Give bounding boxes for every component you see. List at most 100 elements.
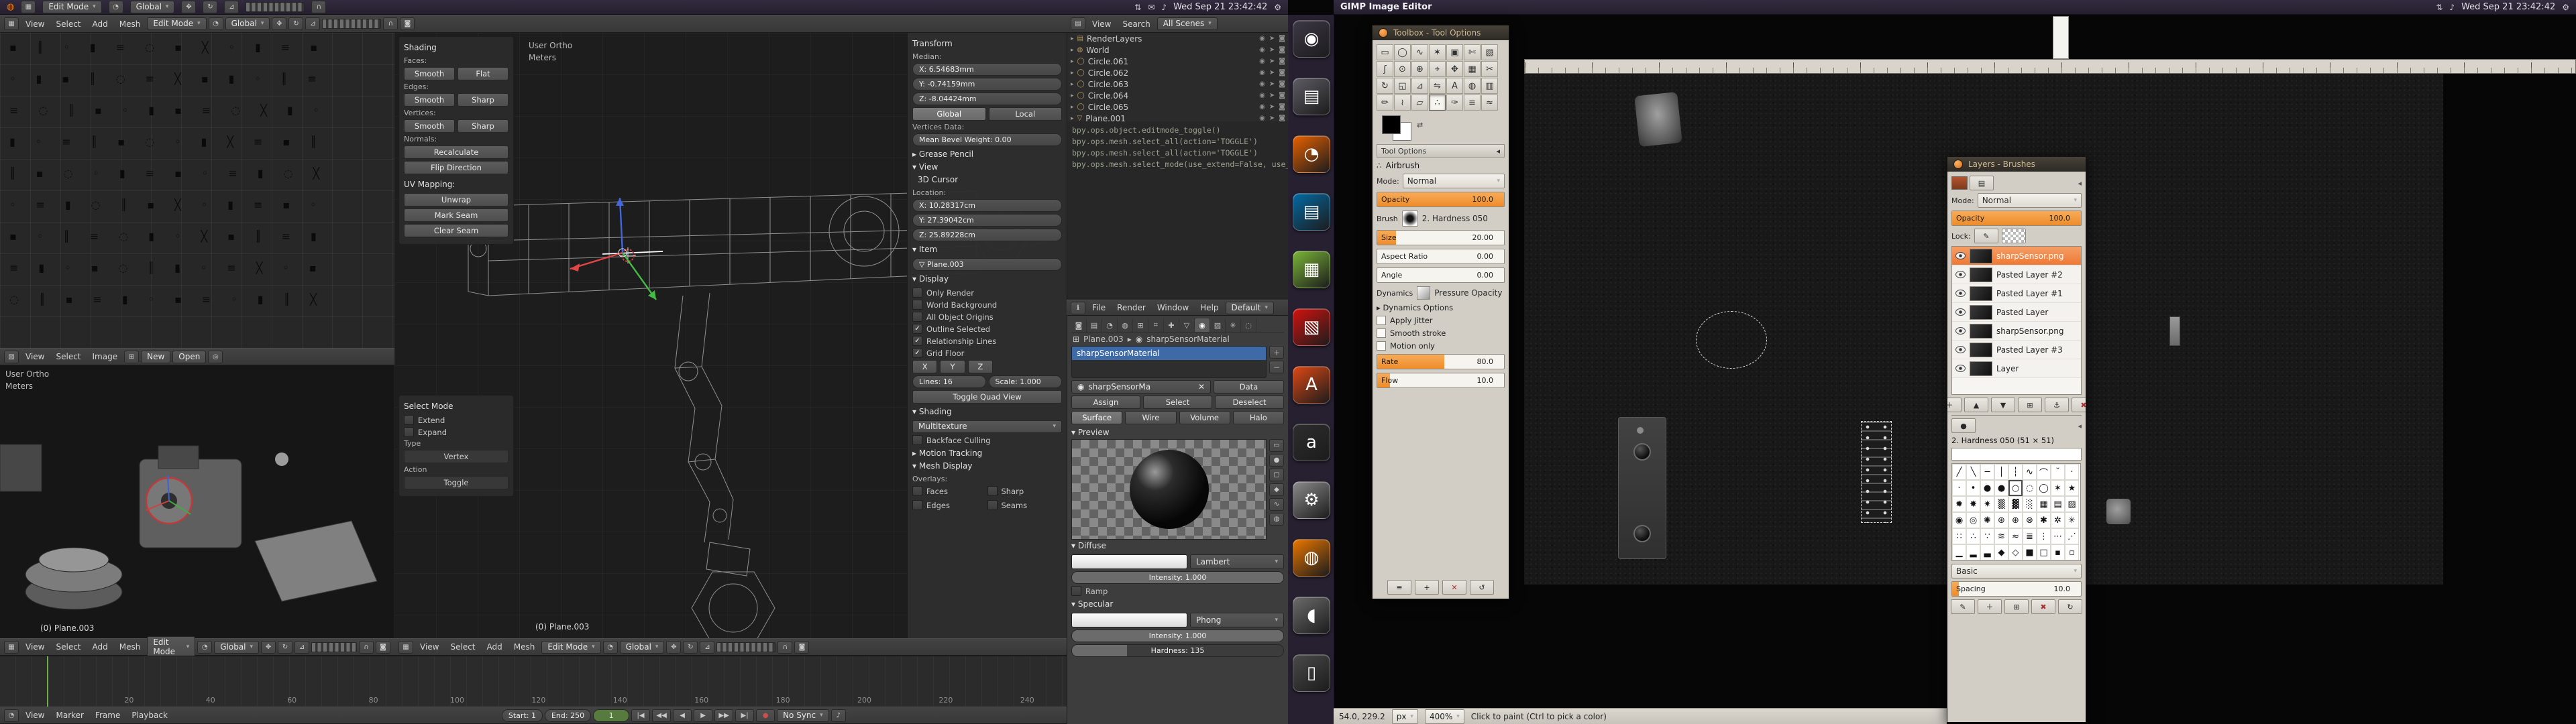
new-image-button[interactable]: New [141,351,170,363]
render-toggle-icon[interactable]: ◙ [1279,92,1285,99]
brush-cell[interactable]: ✷ [1980,496,1994,512]
preview-monkey-button[interactable]: ◆ [1269,483,1284,496]
diffuse-title[interactable]: ▾ Diffuse [1071,540,1284,552]
visibility-toggle-icon[interactable]: ◉ [1259,115,1265,121]
close-icon[interactable] [1953,160,1963,169]
preview-world-button[interactable]: ◍ [1269,513,1284,526]
viewport-shading-icon[interactable]: ◔ [197,641,212,654]
brushes-tab[interactable]: ● [1951,418,1976,433]
brush-cell[interactable]: □ [2037,544,2051,560]
outliner-item-label[interactable]: Circle.063 [1088,80,1128,89]
extend-checkbox[interactable] [404,415,414,425]
overlay-edges-checkbox[interactable] [912,500,922,510]
launcher-item-system-settings[interactable]: ⚙ [1293,481,1330,519]
secondary-3d-viewport[interactable]: User Ortho Meters (0) Plane.003 [0,365,394,638]
eraser-tool[interactable]: ▱ [1411,95,1428,111]
render-view-icon[interactable]: ◙ [400,17,415,30]
render-toggle-icon[interactable]: ◙ [1279,46,1285,54]
rectangle-select-tool[interactable]: ▭ [1377,44,1393,60]
mark-seam-button[interactable]: Mark Seam [404,208,508,222]
brush-cell[interactable]: ─ [1980,464,1994,480]
shear-tool[interactable]: ⊿ [1411,78,1428,94]
translate-manipulator-icon[interactable]: ✥ [666,641,681,654]
preview-hair-button[interactable]: ∿ [1269,498,1284,511]
pasted-image-stone[interactable] [1634,92,1682,147]
layer-dots[interactable] [311,642,357,652]
mesh-display-title[interactable]: ▾ Mesh Display [912,460,1062,473]
bucket-fill-tool[interactable]: ◍ [1464,78,1481,94]
flow-slider[interactable]: Flow10.0 [1377,373,1505,388]
outliner-item-label[interactable]: Circle.064 [1088,91,1128,101]
visibility-toggle-icon[interactable]: ◉ [1259,69,1265,76]
selectability-toggle-icon[interactable]: ➤ [1269,58,1275,65]
translate-manipulator-icon[interactable]: ✥ [261,641,276,654]
brush-cell[interactable]: ▂ [1966,544,1980,560]
tab-particles[interactable]: ✳ [1226,318,1241,332]
rotate-manipulator-icon[interactable]: ↻ [683,641,698,654]
save-options-button[interactable]: ≡ [1387,580,1411,595]
disclosure-triangle-icon[interactable]: ▸ [1071,81,1074,88]
toggle-quad-view-button[interactable]: Toggle Quad View [912,390,1062,404]
diffuse-color-swatch[interactable] [1071,554,1187,569]
faces-smooth-button[interactable]: Smooth [404,67,455,80]
tab-scene[interactable]: ◔ [1102,318,1118,332]
focused-app-title[interactable]: GIMP Image Editor [1340,2,1432,12]
transform-title[interactable]: Transform [912,38,1062,50]
layers-tab[interactable]: ▤ [1970,176,1994,190]
brush-cell[interactable]: ▦ [2037,496,2051,512]
blur-tool[interactable]: ≈ [1481,95,1498,111]
mode-select[interactable]: Edit Mode▾ [147,636,195,658]
frame-end-field[interactable]: End: 250 [545,709,591,722]
brush-cell[interactable]: ∷ [1952,528,1966,544]
specular-shader-select[interactable]: Phong▾ [1190,613,1284,627]
layer-list[interactable]: sharpSensor.png Pasted Layer #2 Pasted L… [1951,246,2082,395]
viewport-view-menu[interactable]: View [21,642,49,652]
remove-slot-button[interactable]: － [1269,361,1284,373]
network-indicator-icon[interactable]: ⇅ [2436,3,2443,12]
outliner[interactable]: ▸ ▤ RenderLayers ◉➤◙▸ ◍ World ◉➤◙▸ ◯ Cir… [1067,33,1289,121]
grease-pencil-title[interactable]: ▸ Grease Pencil [912,148,1062,161]
brush-cell[interactable]: ⊗ [2023,512,2037,528]
visibility-toggle-icon[interactable]: ◉ [1259,80,1265,88]
cursor-x-field[interactable]: X: 10.28317cm [912,199,1062,212]
swap-colors-icon[interactable]: ⇄ [1417,121,1423,129]
brush-cell[interactable]: ✳ [2065,512,2079,528]
units-select[interactable]: px▾ [1392,709,1418,724]
layer-name[interactable]: Pasted Layer #1 [1996,289,2063,298]
brush-cell[interactable]: │ [1994,464,2008,480]
apply-jitter-checkbox[interactable] [1377,316,1386,325]
outliner-item-label[interactable]: Circle.062 [1088,68,1128,78]
tab-render[interactable]: ◙ [1071,318,1087,332]
frame-start-field[interactable]: Start: 1 [502,709,543,722]
layer-name[interactable]: Pasted Layer #2 [1996,270,2063,280]
world-background-checkbox[interactable] [912,300,922,310]
editor-type-icon[interactable]: ▦ [4,641,19,654]
display-title[interactable]: ▾ Display [912,273,1062,286]
material-slot-selected[interactable]: sharpSensorMaterial [1072,347,1266,360]
layers-titlebar[interactable]: Layers - Brushes [1947,157,2086,172]
brush-cell[interactable]: ✹ [1952,496,1966,512]
uv-view-menu[interactable]: View [21,351,49,362]
volume-tab[interactable]: Volume [1179,411,1230,424]
render-toggle-icon[interactable]: ◙ [1279,58,1285,65]
overlay-seams-checkbox[interactable] [987,500,998,510]
viewport-shading-icon[interactable]: ◔ [209,17,223,30]
session-gear-icon[interactable]: ⚙ [1274,3,1281,12]
visibility-toggle-icon[interactable]: ◉ [1259,46,1265,54]
launcher-item-blender[interactable]: ◍ [1293,539,1330,577]
viewport-shading-icon[interactable]: ◔ [109,1,123,13]
scissors-select-tool[interactable]: ✄ [1464,44,1481,60]
brush-cell[interactable]: ⋯ [2051,528,2065,544]
specular-intensity-slider[interactable]: Intensity: 1.000 [1071,629,1284,642]
gradient-tool[interactable]: ▥ [1481,78,1498,94]
brush-cell[interactable]: ˘ [2051,464,2065,480]
render-menu[interactable]: Render [1112,302,1150,313]
overlay-faces-checkbox[interactable] [912,486,922,496]
launcher-item-gimp[interactable]: ◖ [1293,597,1330,634]
scale-manipulator-icon[interactable]: ⊿ [224,1,239,13]
timeline-playback-menu[interactable]: Playback [127,710,172,721]
diffuse-intensity-slider[interactable]: Intensity: 1.000 [1071,571,1284,584]
tool-options-dockbar[interactable]: Tool Options◂ [1377,144,1505,158]
close-icon[interactable]: ✕ [1198,382,1205,391]
viewport-select-menu[interactable]: Select [51,642,85,652]
